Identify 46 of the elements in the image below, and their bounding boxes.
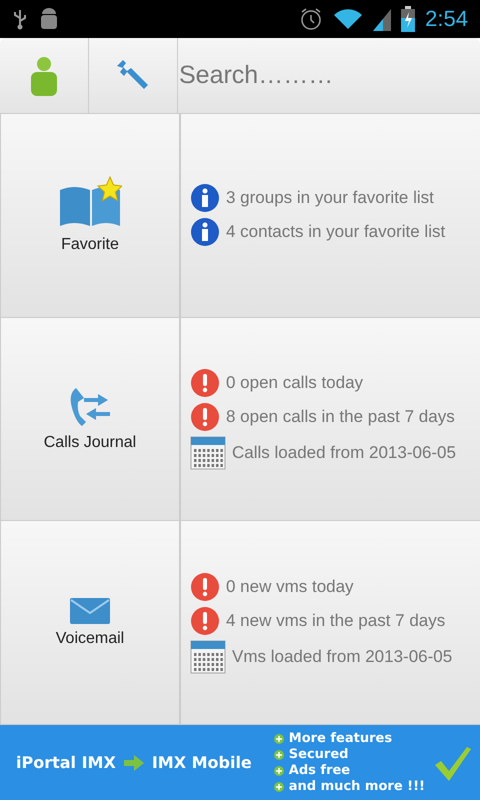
summary-text: 4 new vms in the past 7 days (226, 610, 446, 631)
feature-text: More features (288, 730, 392, 746)
section-tile[interactable]: Voicemail (0, 521, 181, 724)
envelope-icon (70, 598, 110, 624)
arrow-icon (124, 754, 144, 770)
plus-icon (274, 766, 284, 776)
section-label: Favorite (61, 236, 119, 254)
calendar-icon (190, 436, 226, 470)
alarm-clock-icon (299, 7, 324, 31)
exclamation-icon (190, 368, 220, 398)
plus-icon (274, 734, 284, 744)
exclamation-icon (190, 606, 220, 636)
contacts-button[interactable] (0, 38, 89, 113)
summary-text: 8 open calls in the past 7 days (226, 407, 455, 427)
person-icon (29, 56, 59, 96)
settings-button[interactable] (89, 38, 178, 113)
calendar-icon (190, 640, 226, 674)
section-tile[interactable]: Calls Journal (0, 318, 181, 520)
summary-text: 0 open calls today (226, 373, 364, 393)
summary-text: Vms loaded from 2013-06-05 (232, 646, 452, 667)
feature-text: and much more !!! (288, 778, 425, 794)
wifi-icon (333, 7, 364, 31)
summary-text: 3 groups in your favorite list (226, 188, 434, 208)
feature-text: Secured (288, 746, 348, 762)
battery-icon (401, 6, 416, 32)
exclamation-icon (190, 402, 220, 432)
section-label: Calls Journal (44, 434, 136, 452)
banner-text: iPortal IMX (16, 753, 116, 772)
summary-text: Calls loaded from 2013-06-05 (232, 443, 456, 463)
phone-arrows-icon (68, 386, 112, 428)
search-field[interactable]: Search……… (178, 38, 480, 113)
exclamation-icon (190, 572, 220, 602)
banner-text: IMX Mobile (152, 753, 252, 772)
checkmark-icon (432, 744, 471, 780)
plus-icon (274, 750, 284, 760)
clock-time: 2:54 (425, 6, 468, 32)
summary-text: 0 new vms today (226, 576, 354, 597)
info-icon (190, 217, 220, 248)
feature-text: Ads free (288, 762, 350, 778)
summary-text: 4 contacts in your favorite list (226, 222, 446, 242)
signal-icon (373, 7, 392, 31)
usb-icon (12, 8, 28, 30)
plus-icon (274, 782, 284, 792)
section-tile[interactable]: Favorite (0, 114, 181, 317)
info-icon (190, 183, 220, 214)
section-label: Voicemail (56, 630, 124, 648)
